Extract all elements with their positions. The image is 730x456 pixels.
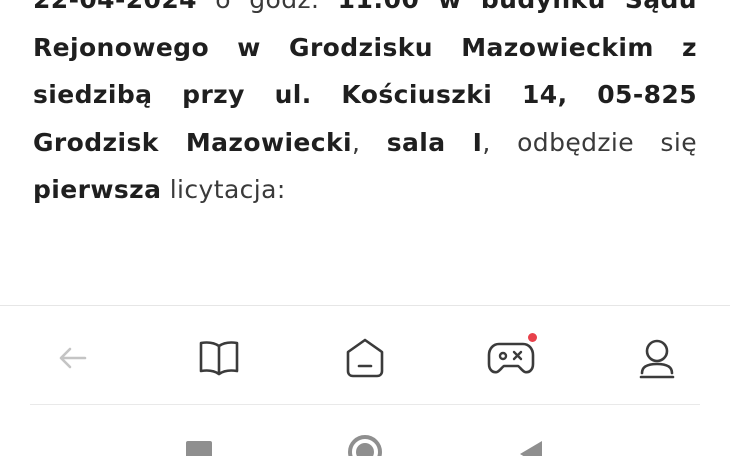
event-phrase: , odbędzie się bbox=[482, 127, 697, 157]
auction-room: sala I bbox=[386, 127, 483, 157]
auction-date: 22-04-2024 bbox=[33, 0, 197, 14]
article-text: 22-04-2024 o godz. 11:00 w budynku Sądu … bbox=[33, 0, 697, 214]
nav-home-button[interactable] bbox=[337, 330, 393, 386]
notification-badge bbox=[528, 333, 537, 342]
time-prefix: o godz. bbox=[197, 0, 338, 14]
nav-book-button[interactable] bbox=[191, 330, 247, 386]
auction-round: pierwsza bbox=[33, 175, 162, 204]
back-arrow-icon bbox=[59, 347, 87, 369]
nav-profile-button[interactable] bbox=[629, 330, 685, 386]
nav-games-button[interactable] bbox=[483, 330, 539, 386]
nav-back-button[interactable] bbox=[45, 330, 101, 386]
home-icon bbox=[346, 338, 384, 378]
home-circle-icon[interactable] bbox=[348, 435, 382, 456]
back-triangle-icon[interactable] bbox=[518, 439, 544, 456]
auction-suffix: licytacja: bbox=[161, 175, 286, 204]
bottom-navigation-bar bbox=[0, 306, 730, 404]
open-book-icon bbox=[199, 341, 239, 376]
system-navigation-bar bbox=[0, 405, 730, 456]
recents-square-icon[interactable] bbox=[186, 441, 212, 456]
separator-comma: , bbox=[352, 127, 387, 157]
user-profile-icon bbox=[639, 339, 675, 379]
gamepad-icon bbox=[487, 342, 535, 374]
